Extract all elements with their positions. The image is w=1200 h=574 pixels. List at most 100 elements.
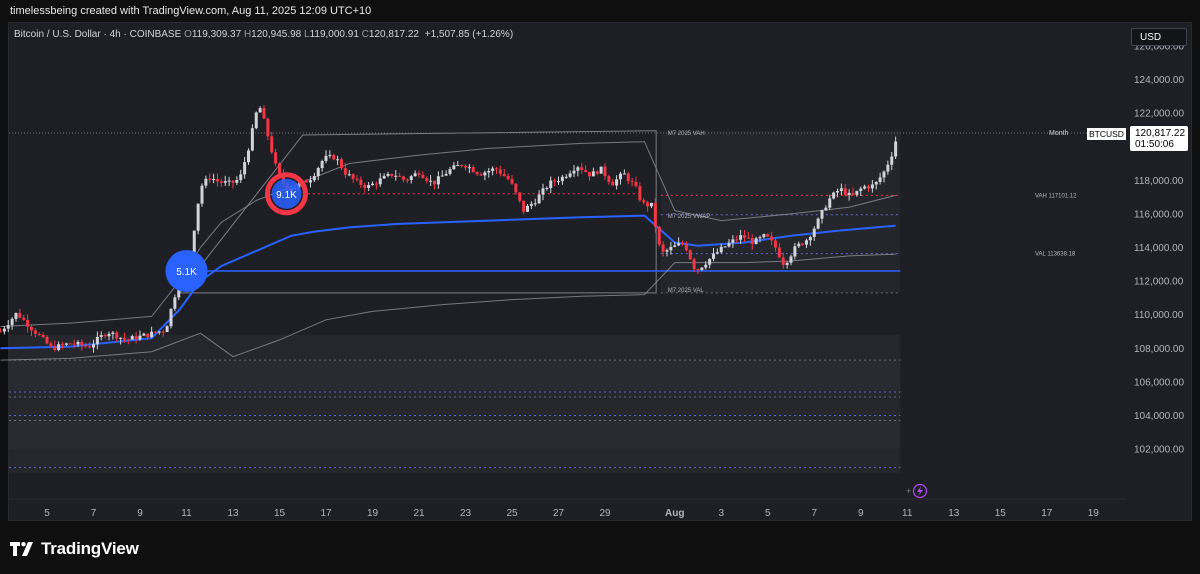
candle-body [719,246,723,253]
candle-body [355,178,359,180]
candle-body [599,166,603,174]
candle-body [223,181,227,183]
y-tick-label: 122,000.00 [1134,109,1184,120]
candle-body [537,194,541,204]
profile-vah-label: M7 2025 VAH [668,131,705,137]
candle-body [316,168,320,177]
y-tick-label: 110,000.00 [1134,310,1184,321]
candle-body [669,246,673,251]
candle-body [161,331,165,333]
x-tick-label: 15 [274,508,286,519]
candle-body [588,171,591,177]
candle-body [646,202,650,207]
candle-body [746,237,750,239]
candle-body [68,343,72,345]
candle-body [367,185,371,188]
candle-body [41,334,45,337]
candle-body [859,188,863,191]
x-tick-label: 17 [1041,508,1053,519]
candle-body [890,156,894,165]
candle-body [227,180,231,182]
candle-body [64,343,68,345]
volume-marker-red: 9.1K [264,172,308,216]
candle-body [591,171,595,177]
candle-body [235,179,239,183]
candle-body [498,169,502,174]
candle-body [781,257,785,265]
candle-body [37,333,41,335]
candle-body [126,339,130,341]
candle-body [440,175,444,177]
candle-body [95,336,99,345]
candle-body [832,192,836,199]
tradingview-logo-text: TradingView [41,539,139,558]
candle-body [278,163,281,175]
candle-body [107,333,111,337]
candle-body [653,202,657,227]
symbol-legend: Bitcoin / U.S. Dollar · 4h · COINBASE O1… [14,29,513,40]
x-tick-label: 7 [811,508,817,519]
y-tick-label: 112,000.00 [1134,277,1184,288]
candle-body [413,173,417,177]
candlestick-chart[interactable]: 5.1K 9.1K M7 2025 VAH M7 2025 VWAP M7 2025 V… [0,0,1200,574]
candle-body [642,200,646,203]
candle-body [812,228,816,237]
candle-body [433,180,436,185]
open-label: O [184,29,192,40]
candle-body [808,236,812,241]
candle-body [26,319,30,327]
candle-body [359,179,363,185]
candle-body [847,192,851,196]
candle-body [789,256,793,263]
candle-body [673,245,677,247]
candle-body [99,335,103,337]
x-tick-label: 29 [599,508,611,519]
candle-body [851,192,855,195]
profile-zone-3 [9,418,901,450]
candle-body [212,179,216,181]
candle-body [754,238,758,244]
add-icon: + [906,486,911,496]
candle-body [173,297,177,309]
x-tick-label: 25 [506,508,518,519]
candle-body [460,165,464,167]
x-tick-label: 21 [413,508,425,519]
x-tick-label: 15 [995,508,1007,519]
candle-body [88,346,92,348]
y-tick-label: 114,000.00 [1134,243,1184,254]
y-tick-label: 104,000.00 [1134,411,1184,422]
price-tag-price: 120,817.22 [1135,128,1185,139]
volume-marker-label: 9.1K [276,190,297,201]
candle-body [57,344,61,350]
candle-body [305,181,309,183]
profile-val-label: M7 2025 VAL [668,288,705,294]
candle-body [533,203,537,205]
candle-body [839,188,843,192]
candle-body [336,159,340,161]
candle-body [638,186,642,201]
candle-body [134,336,138,340]
candle-body [452,165,456,170]
candle-body [650,202,653,207]
candle-body [510,179,514,184]
candle-body [727,242,731,247]
candle-body [444,173,448,176]
candle-body [553,180,557,182]
candle-body [692,259,696,270]
candle-body [119,337,123,339]
profile-vwap-label: M7 2025 VWAP [668,214,710,220]
candle-body [475,172,479,175]
candle-body [611,181,615,186]
candle-body [456,165,460,167]
candle-body [774,240,777,248]
candle-body [138,335,142,340]
candle-body [483,172,487,176]
candle-body [247,150,250,163]
symbol-title[interactable]: Bitcoin / U.S. Dollar · 4h · COINBASE [14,29,181,40]
symbol-tag-text: BTCUSD [1089,129,1124,139]
candle-body [584,170,588,172]
candle-body [363,184,367,188]
x-tick-label: 19 [1088,508,1100,519]
candle-body [2,328,6,332]
currency-button[interactable]: USD [1131,28,1187,46]
